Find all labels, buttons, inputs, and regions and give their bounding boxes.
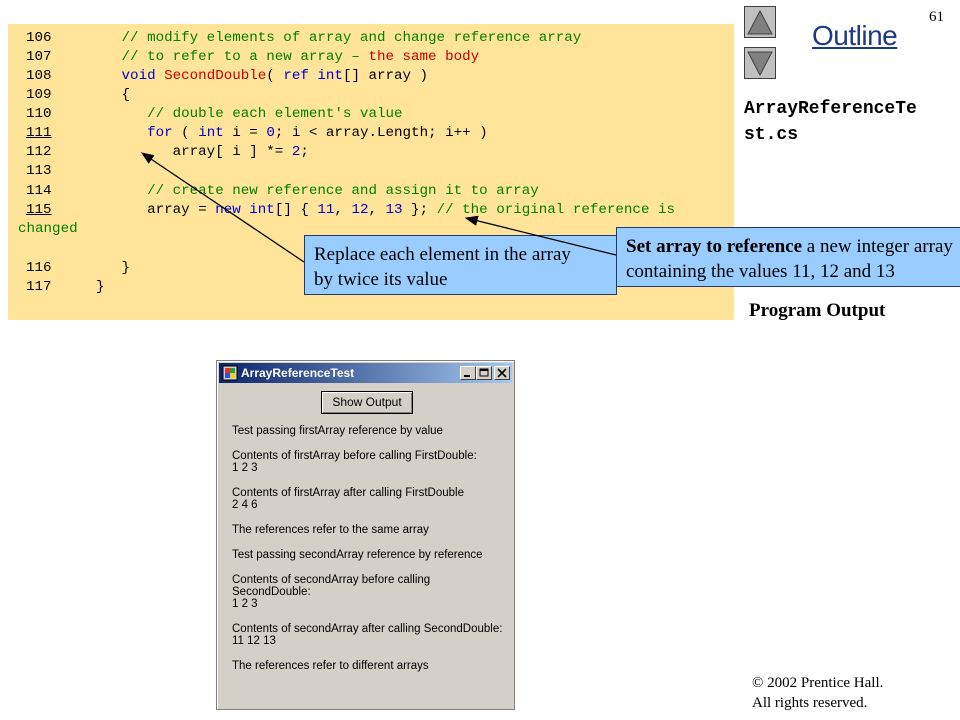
output-line: 1 2 3: [232, 462, 258, 474]
app-icon: [222, 365, 238, 381]
window-title: ArrayReferenceTest: [241, 366, 355, 380]
previous-slide-button[interactable]: [744, 6, 776, 38]
triangle-up-icon: [747, 9, 773, 35]
minimize-icon: [464, 375, 470, 377]
show-output-button[interactable]: Show Output: [321, 391, 413, 414]
output-line: Test passing firstArray reference by val…: [232, 425, 443, 437]
output-line: Contents of secondArray after calling Se…: [232, 623, 503, 635]
output-line: Contents of firstArray after calling Fir…: [232, 487, 465, 499]
output-line: The references refer to different arrays: [232, 660, 429, 672]
output-line: The references refer to the same array: [232, 524, 429, 536]
output-line: Contents of secondArray before calling: [232, 574, 431, 586]
app-window: ArrayReferenceTest Show Output Test pass…: [216, 360, 515, 710]
output-line: SecondDouble:: [232, 586, 311, 598]
minimize-button[interactable]: [460, 366, 476, 380]
output-line: 11 12 13: [232, 635, 276, 647]
file-name-line2: st.cs: [744, 125, 799, 145]
copyright-line: All rights reserved.: [752, 695, 868, 711]
next-slide-button[interactable]: [744, 47, 776, 79]
program-output-label: Program Output: [749, 300, 886, 321]
file-name: ArrayReferenceTe st.cs: [744, 96, 917, 148]
close-button[interactable]: [494, 366, 510, 380]
output-line: 2 4 6: [232, 499, 258, 511]
close-icon: [497, 368, 507, 378]
arrow-set: [464, 215, 617, 256]
copyright-notice: © 2002 Prentice Hall. All rights reserve…: [752, 673, 883, 713]
output-line: 1 2 3: [232, 598, 258, 610]
triangle-down-icon: [747, 51, 773, 77]
window-titlebar[interactable]: ArrayReferenceTest: [219, 363, 512, 383]
maximize-icon: [479, 368, 489, 377]
file-name-line1: ArrayReferenceTe: [744, 99, 917, 119]
outline-link[interactable]: Outline: [812, 20, 898, 52]
output-line: Contents of firstArray before calling Fi…: [232, 450, 477, 462]
output-line: Test passing secondArray reference by re…: [232, 549, 483, 561]
copyright-line: © 2002 Prentice Hall.: [752, 675, 884, 691]
arrow-replace: [140, 152, 305, 263]
maximize-button[interactable]: [476, 366, 492, 380]
